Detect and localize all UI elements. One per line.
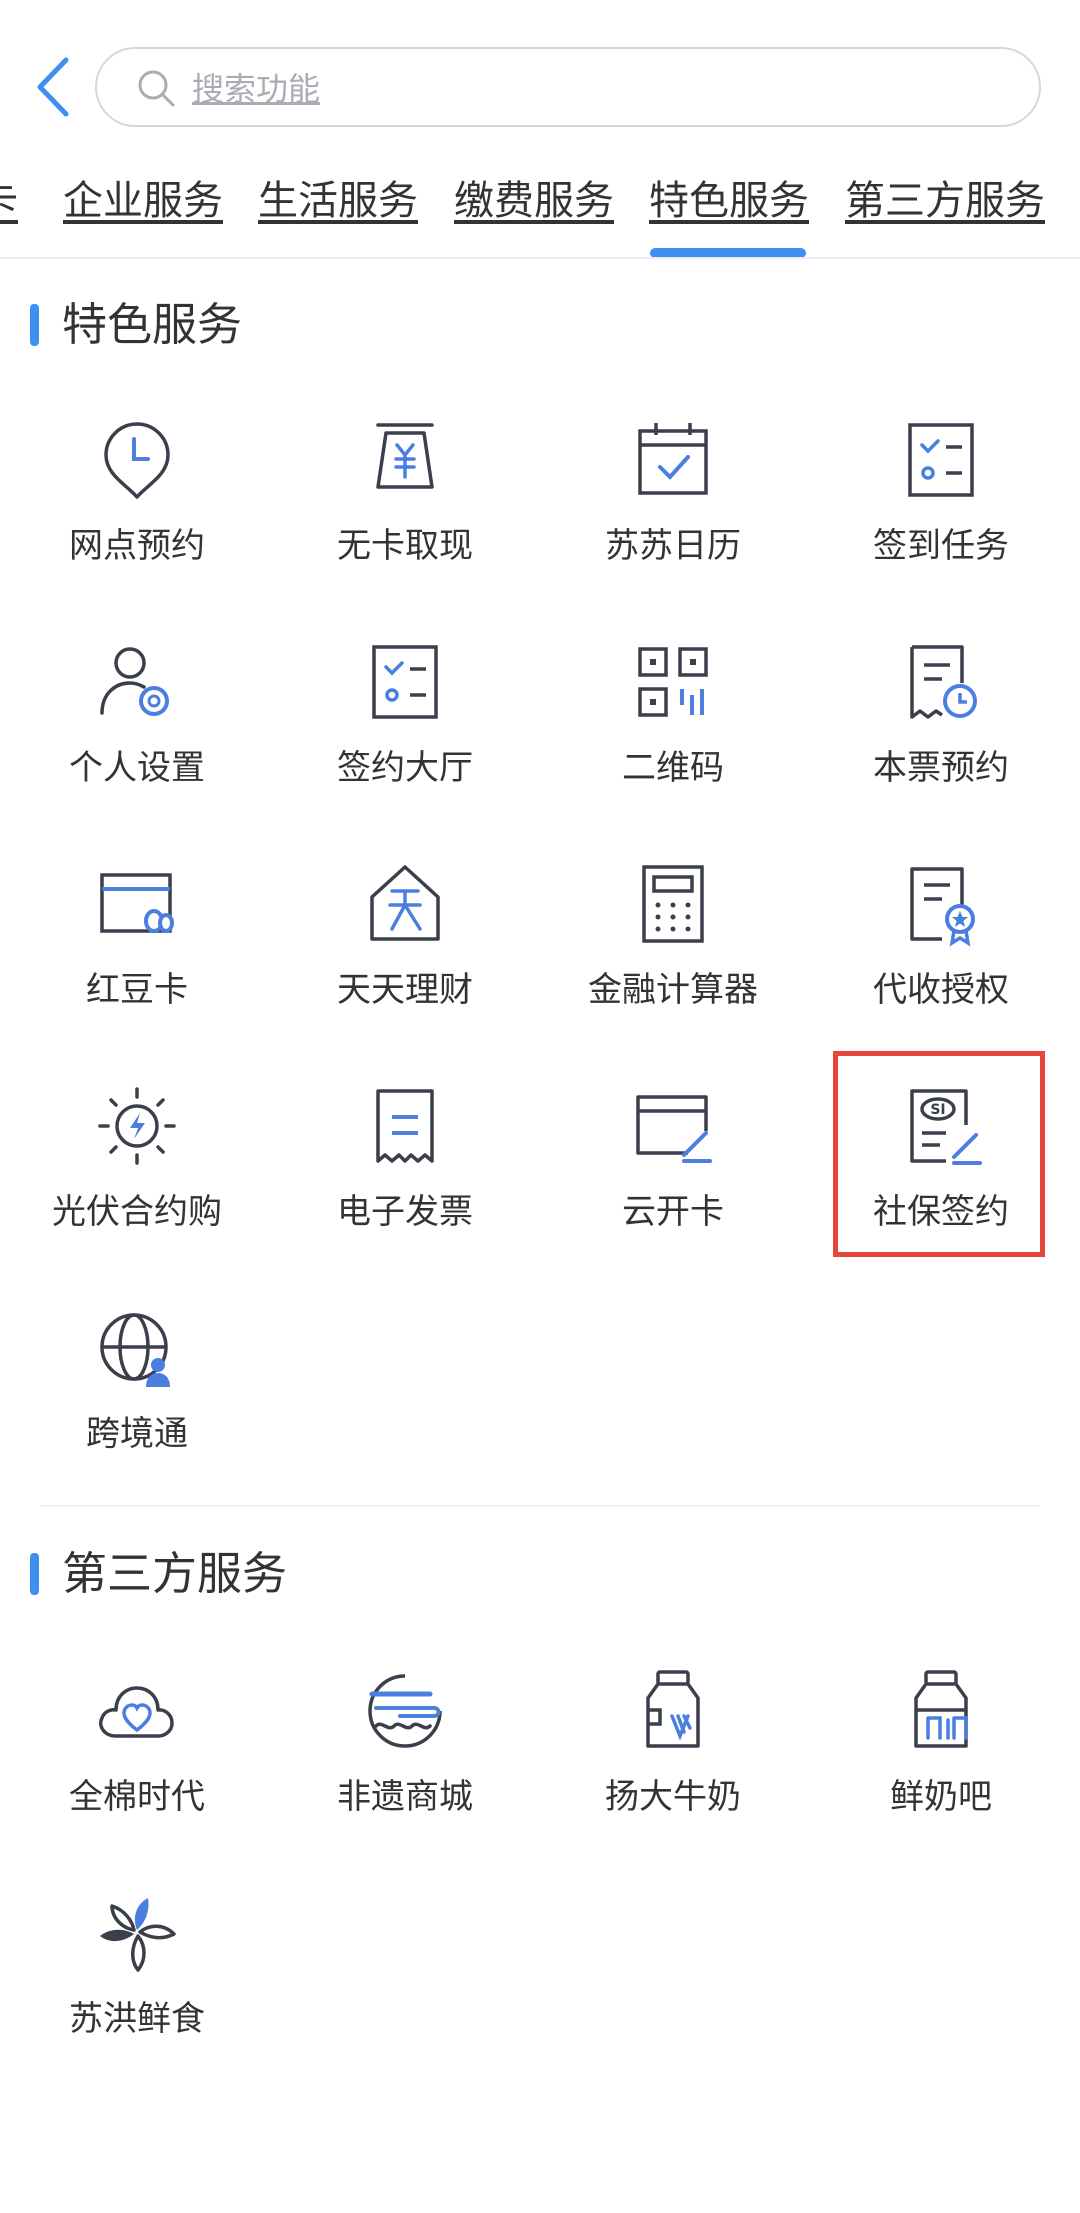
document-badge-icon: [910, 867, 975, 947]
section-title-featured: 特色服务: [62, 298, 243, 351]
checklist-icon: [372, 645, 438, 719]
solar-bolt-icon: [98, 1087, 176, 1165]
atm-cash-icon: [376, 423, 434, 489]
milk-bottle-icon: [646, 1670, 700, 1748]
service-item[interactable]: 无卡取现: [271, 415, 539, 615]
service-item[interactable]: 全棉时代: [3, 1666, 271, 1866]
location-clock-icon: [104, 422, 170, 499]
service-item[interactable]: 苏洪鲜食: [3, 1888, 271, 2088]
cloud-heart-icon: [99, 1686, 174, 1738]
category-tabs: 卡 企业服务 生活服务 缴费服务 特色服务 第三方服务: [0, 165, 1080, 260]
search-placeholder: 搜索功能: [192, 70, 321, 108]
service-item[interactable]: 金融计算器: [539, 859, 807, 1059]
section-divider: [40, 1505, 1040, 1507]
service-item[interactable]: 非遗商城: [271, 1666, 539, 1866]
service-item[interactable]: 天天理财: [271, 859, 539, 1059]
search-icon: [138, 70, 175, 107]
service-item[interactable]: 签约大厅: [271, 637, 539, 837]
receipt-icon: [376, 1089, 434, 1163]
calculator-icon: [642, 865, 704, 943]
section-marker: [30, 1553, 39, 1595]
card-pen-icon: [636, 1095, 712, 1163]
heritage-circle-icon: [368, 1674, 442, 1748]
qrcode-icon: [638, 647, 708, 717]
service-item[interactable]: 个人设置: [3, 637, 271, 837]
tabs-divider: [0, 257, 1080, 259]
service-item[interactable]: 电子发票: [271, 1081, 539, 1281]
tab-payment[interactable]: 缴费服务: [454, 173, 614, 229]
service-item[interactable]: 代收授权: [807, 859, 1075, 1059]
tab-card[interactable]: 卡: [0, 173, 18, 229]
service-item[interactable]: 本票预约: [807, 637, 1075, 837]
highlight-box: [833, 1051, 1045, 1257]
globe-user-icon: [100, 1313, 170, 1387]
document-clock-icon: [910, 645, 977, 719]
chevron-left-icon: [37, 57, 69, 117]
service-item[interactable]: 光伏合约购: [3, 1081, 271, 1281]
house-tian-icon: [370, 865, 440, 941]
section-marker: [30, 304, 39, 346]
service-item[interactable]: 云开卡: [539, 1081, 807, 1281]
milk-bottle-icon: [914, 1670, 968, 1748]
service-item[interactable]: 红豆卡: [3, 859, 271, 1059]
service-item[interactable]: 网点预约: [3, 415, 271, 615]
back-button[interactable]: [30, 52, 80, 122]
section-title-third-party: 第三方服务: [62, 1547, 288, 1600]
tab-enterprise[interactable]: 企业服务: [63, 173, 223, 229]
search-input[interactable]: 搜索功能: [95, 47, 1041, 127]
service-item[interactable]: 二维码: [539, 637, 807, 837]
service-item[interactable]: 鲜奶吧: [807, 1666, 1075, 1866]
service-item[interactable]: 跨境通: [3, 1303, 271, 1503]
service-item[interactable]: 苏苏日历: [539, 415, 807, 615]
app-page: 搜索功能 卡 企业服务 生活服务 缴费服务 特色服务 第三方服务 特色服务 网点…: [0, 0, 1080, 2213]
checklist-icon: [908, 423, 974, 497]
calendar-check-icon: [638, 423, 708, 495]
tab-third-party[interactable]: 第三方服务: [845, 173, 1045, 229]
user-settings-icon: [100, 647, 169, 716]
flower-icon: [100, 1898, 176, 1972]
service-item[interactable]: 签到任务: [807, 415, 1075, 615]
tab-life[interactable]: 生活服务: [258, 173, 418, 229]
tab-featured[interactable]: 特色服务: [649, 173, 809, 229]
card-icon: [100, 873, 174, 933]
service-item[interactable]: 扬大牛奶: [539, 1666, 807, 1866]
